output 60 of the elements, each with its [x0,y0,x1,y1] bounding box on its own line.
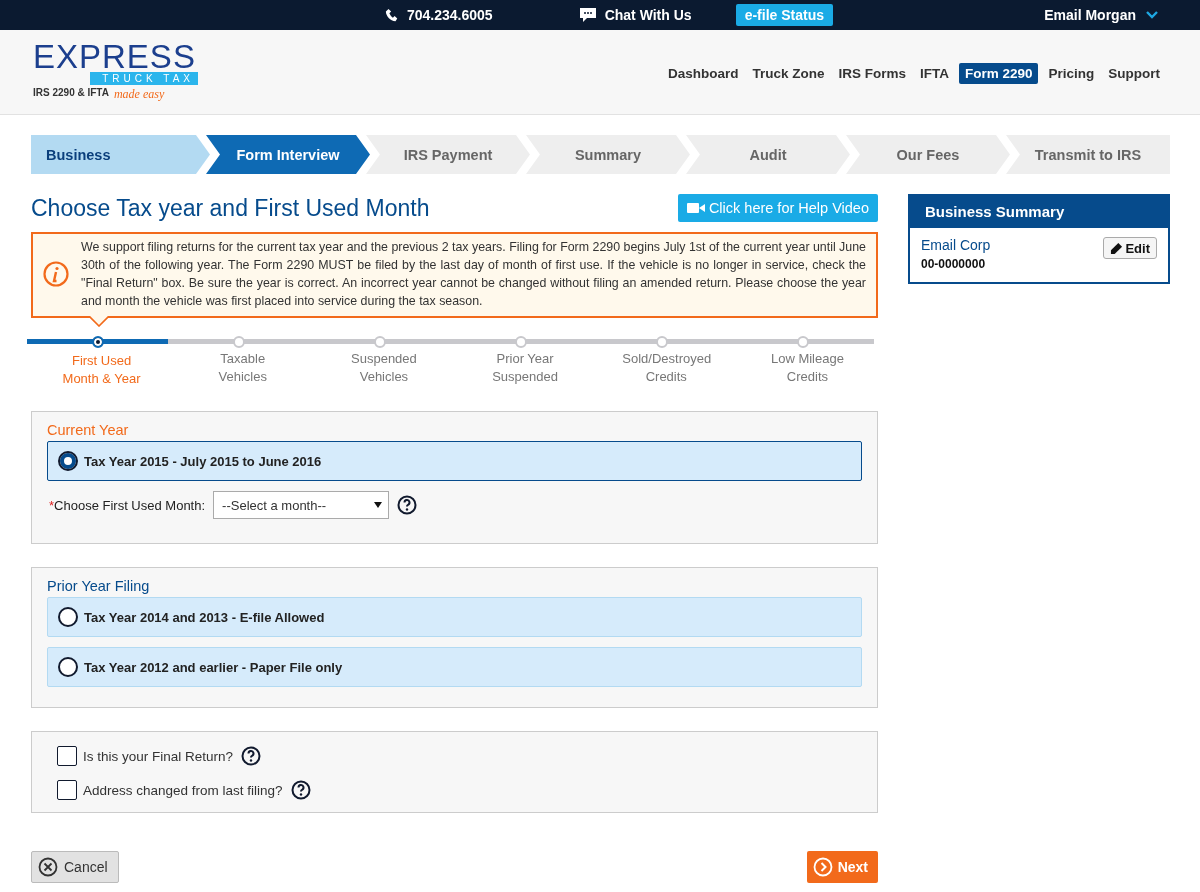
radio-button[interactable] [58,657,78,677]
chat-icon [578,7,597,23]
nav-link[interactable]: Dashboard [663,62,743,84]
info-icon [43,261,69,287]
card-title: Business Summary [910,196,1168,228]
step-label: Taxable Vehicles [217,350,268,386]
month-select[interactable]: --Select a month-- [213,491,390,519]
radio-option[interactable]: Tax Year 2014 and 2013 - E-file Allowed [47,597,862,637]
cancel-button[interactable]: Cancel [31,851,119,883]
notice-text: We support filing returns for the current tax year and the previous 2 tax years. Filing for Form 2290 begins July 1st of the current year until June 30th of the following year. The Form 2290 MUST be filed by the last day of month of first use. If the vehicle is no longer in service, check the "Final Return" box. Be sure the year is correct. An incorrect year cannot be changed without filing an amended return. Please choose the year and month the vehicle was first placed into service during the tax season. [81,239,866,310]
option-label: Tax Year 2012 and earlier - Paper File only [84,659,343,675]
section-heading: Current Year [47,422,130,438]
chevron-down-icon [1146,11,1158,19]
checkbox-label: Is this your Final Return? [83,748,234,764]
wizard-step[interactable]: Form Interview [206,135,370,174]
close-icon [38,857,58,877]
wizard-step[interactable]: Transmit to IRS [1006,135,1170,174]
nav-link[interactable]: Truck Zone [748,62,829,84]
checkbox-label: Address changed from last filing? [83,782,283,798]
radio-option[interactable]: Tax Year 2012 and earlier - Paper File only [47,647,862,687]
nav-link[interactable]: IRS Forms [834,62,910,84]
wizard-step[interactable]: IRS Payment [366,135,530,174]
option-label: Tax Year 2014 and 2013 - E-file Allowed [84,609,325,625]
pencil-icon [1110,241,1124,255]
nav-link[interactable]: Support [1104,62,1164,84]
step-label: Low Mileage Credits [769,350,845,386]
radio-option[interactable]: Tax Year 2015 - July 2015 to June 2016 [47,441,862,481]
wizard-step[interactable]: Audit [686,135,850,174]
radio-button[interactable] [58,607,78,627]
wizard-step[interactable]: Business [31,135,210,174]
wizard-step[interactable]: Summary [526,135,690,174]
step-label: Prior Year Suspended [491,350,559,386]
wizard-step[interactable]: Our Fees [846,135,1010,174]
step-label: Suspended Vehicles [350,350,418,386]
account-menu[interactable]: Email Morgan [1044,7,1136,23]
nav-link[interactable]: IFTA [915,62,953,84]
section-heading: Prior Year Filing [47,578,151,594]
help-icon [397,495,418,515]
phone-number[interactable]: 704.234.6005 [407,7,493,23]
edit-button[interactable]: Edit [1103,237,1157,259]
logo[interactable]: EXPRESS TRUCK TAX IRS 2290 & IFTA made easy [33,42,198,102]
nav-link[interactable]: Form 2290 [958,62,1039,84]
arrow-right-icon [812,857,833,877]
chat-link[interactable]: Chat With Us [604,7,692,23]
checkbox[interactable] [57,780,77,800]
video-camera-icon [686,202,705,214]
field-label: *Choose First Used Month: [49,497,206,513]
step-label: Sold/Destroyed Credits [622,350,711,386]
help-icon [241,746,262,766]
nav-link[interactable]: Pricing [1044,62,1099,84]
page-title: Choose Tax year and First Used Month [31,194,430,222]
caret-icon [374,502,383,508]
phone-icon [385,7,399,23]
step-label: First Used Month & Year [61,352,142,388]
option-label: Tax Year 2015 - July 2015 to June 2016 [84,453,322,469]
checkbox[interactable] [57,746,77,766]
help-icon [290,780,311,800]
radio-button[interactable] [58,451,78,471]
ein-number: 00-0000000 [921,257,987,271]
business-name: Email Corp [921,237,991,253]
